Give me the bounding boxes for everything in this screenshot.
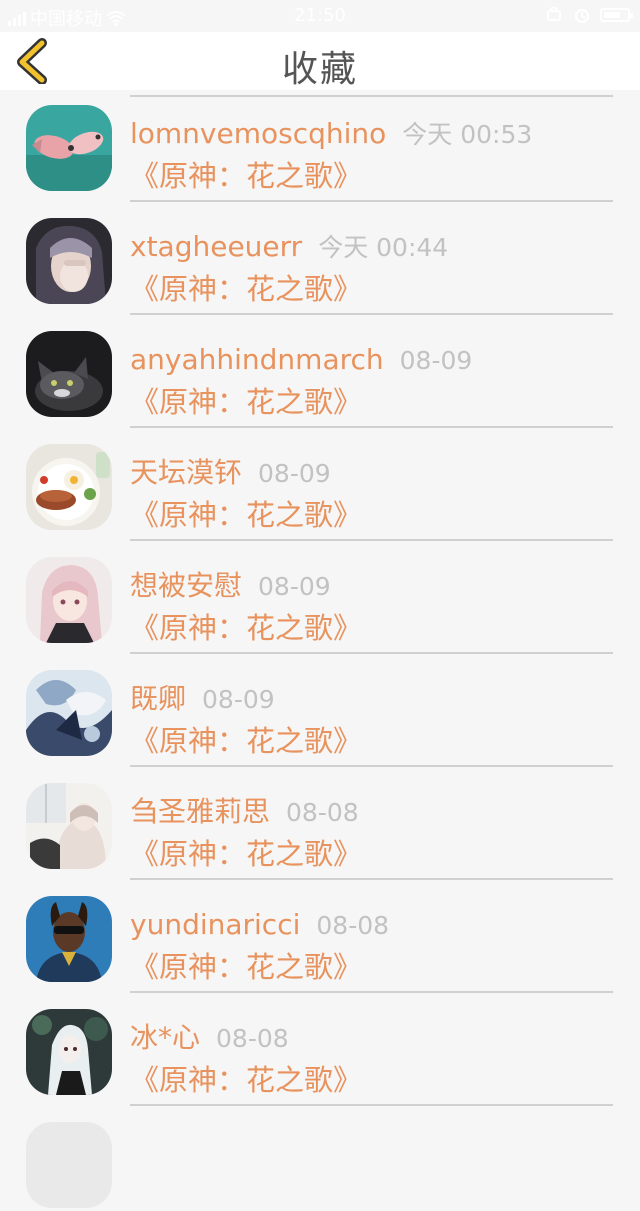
anime-art-avatar[interactable] <box>26 670 112 756</box>
food-plate-avatar[interactable] <box>26 444 112 530</box>
song-title[interactable]: 《原神：花之歌》 <box>130 1063 362 1097</box>
favorite-row[interactable]: 刍圣雅莉思 08-08 《原神：花之歌》 <box>0 759 640 880</box>
timestamp: 08-08 <box>216 1024 289 1053</box>
song-title[interactable]: 《原神：花之歌》 <box>130 385 362 419</box>
favorite-row[interactable]: 天坛漠钚 08-09 《原神：花之歌》 <box>0 420 640 541</box>
user-name[interactable]: anyahhindnmarch <box>130 343 384 376</box>
kitten-avatar[interactable] <box>26 331 112 417</box>
user-name[interactable]: 冰*心 <box>130 1021 200 1054</box>
girl-window-avatar[interactable] <box>26 783 112 869</box>
user-name[interactable]: 刍圣雅莉思 <box>130 795 270 828</box>
user-name[interactable]: 既卿 <box>130 682 186 715</box>
song-title[interactable]: 《原神：花之歌》 <box>130 950 362 984</box>
user-name[interactable]: 想被安慰 <box>130 569 242 602</box>
name-line: 想被安慰 08-09 <box>130 569 331 604</box>
name-line: 冰*心 08-08 <box>130 1021 289 1056</box>
favorite-row[interactable]: 冰*心 08-08 《原神：花之歌》 <box>0 985 640 1106</box>
user-name[interactable]: yundinaricci <box>130 908 300 941</box>
favorite-row[interactable]: anyahhindnmarch 08-09 《原神：花之歌》 <box>0 307 640 428</box>
song-title[interactable]: 《原神：花之歌》 <box>130 611 362 645</box>
name-line: 刍圣雅莉思 08-08 <box>130 795 359 830</box>
rotation-lock-icon <box>547 6 561 21</box>
fish-avatar[interactable] <box>26 105 112 191</box>
timestamp: 08-09 <box>258 459 331 488</box>
timestamp: 08-09 <box>258 572 331 601</box>
favorite-row[interactable]: lomnvemoscqhino 今天 00:53 《原神：花之歌》 <box>0 81 640 202</box>
name-line: anyahhindnmarch 08-09 <box>130 343 472 378</box>
timestamp: 今天 00:44 <box>318 233 449 262</box>
name-line: 既卿 08-09 <box>130 682 275 717</box>
favorite-row[interactable]: xtagheeuerr 今天 00:44 《原神：花之歌》 <box>0 194 640 315</box>
battery-icon <box>600 8 633 22</box>
song-title[interactable]: 《原神：花之歌》 <box>130 837 362 871</box>
anime-girl-avatar[interactable] <box>26 557 112 643</box>
name-line: xtagheeuerr 今天 00:44 <box>130 230 448 265</box>
man-sunglasses-avatar[interactable] <box>26 896 112 982</box>
user-name[interactable]: 天坛漠钚 <box>130 456 242 489</box>
timestamp: 08-09 <box>202 685 275 714</box>
song-title[interactable]: 《原神：花之歌》 <box>130 724 362 758</box>
user-name[interactable]: lomnvemoscqhino <box>130 117 386 150</box>
girl-face-avatar[interactable] <box>26 218 112 304</box>
timestamp: 08-08 <box>316 911 390 940</box>
name-line: lomnvemoscqhino 今天 00:53 <box>130 117 532 152</box>
favorite-row[interactable]: 想被安慰 08-09 《原神：花之歌》 <box>0 533 640 654</box>
alarm-icon <box>575 9 589 23</box>
timestamp: 08-09 <box>399 346 473 375</box>
timestamp: 今天 00:53 <box>402 120 533 149</box>
name-line: 天坛漠钚 08-09 <box>130 456 331 491</box>
avatar[interactable] <box>26 1122 112 1208</box>
favorite-row[interactable]: 既卿 08-09 《原神：花之歌》 <box>0 646 640 767</box>
song-title[interactable]: 《原神：花之歌》 <box>130 498 362 532</box>
song-title[interactable]: 《原神：花之歌》 <box>130 272 362 306</box>
favorite-row-partial[interactable] <box>0 1098 640 1211</box>
status-bar: 中国移动 21:50 <box>0 0 640 32</box>
status-right-icons <box>544 6 633 24</box>
song-title[interactable]: 《原神：花之歌》 <box>130 159 362 193</box>
timestamp: 08-08 <box>286 798 359 827</box>
user-name[interactable]: xtagheeuerr <box>130 230 302 263</box>
name-line: yundinaricci 08-08 <box>130 908 389 943</box>
favorite-row[interactable]: yundinaricci 08-08 《原神：花之歌》 <box>0 872 640 993</box>
anime-white-hair-avatar[interactable] <box>26 1009 112 1095</box>
